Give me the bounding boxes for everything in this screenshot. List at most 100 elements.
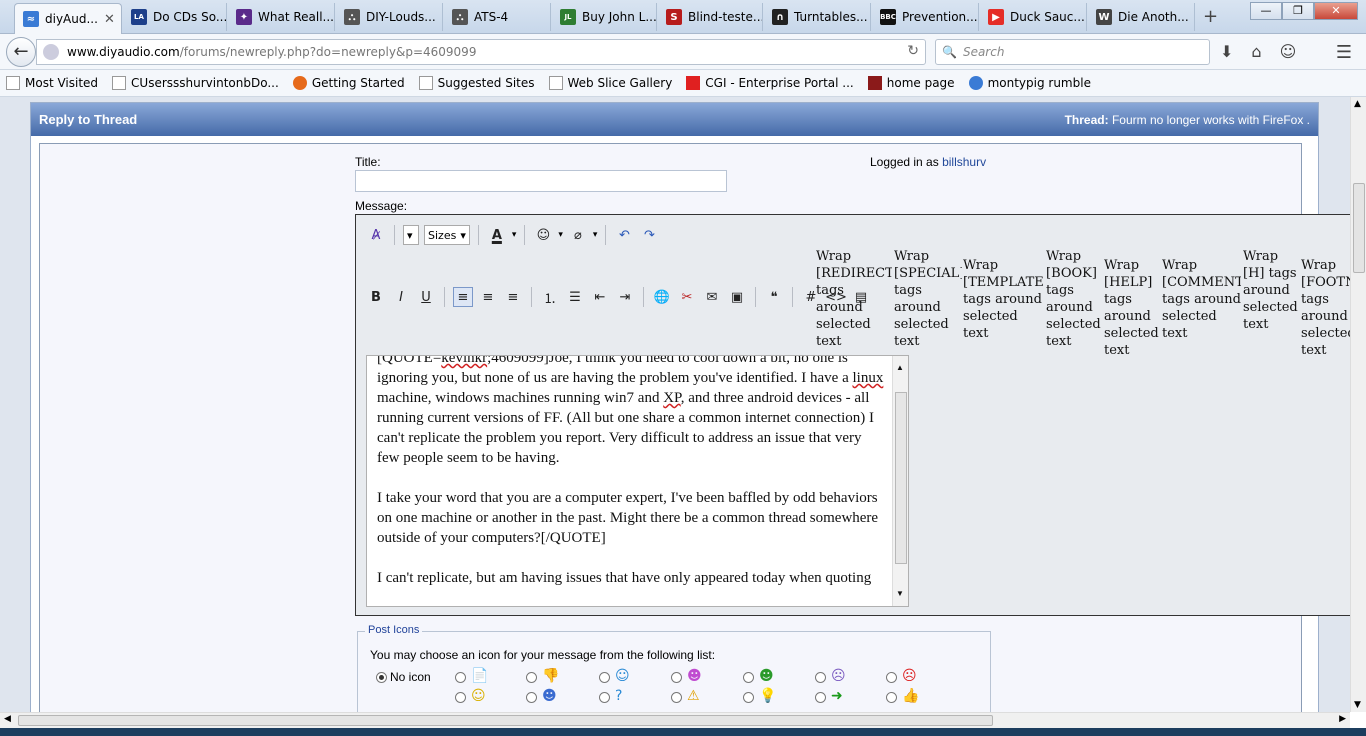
size-select[interactable]: Sizes ▾	[424, 225, 470, 245]
bookmark-item[interactable]: Most Visited	[6, 76, 98, 90]
post-icon-radio[interactable]	[886, 672, 897, 683]
link-icon[interactable]: 🌐	[652, 287, 672, 307]
post-icon-radio[interactable]	[526, 672, 537, 683]
back-button[interactable]: ←	[6, 37, 36, 67]
post-icon-radio[interactable]	[743, 692, 754, 703]
close-window-button[interactable]: ✕	[1314, 2, 1358, 20]
arrow-right-icon[interactable]: ➜	[831, 688, 843, 704]
wrap-tag-button[interactable]: Wrap [COMMENT] tags around selected text	[1162, 257, 1241, 342]
post-icon-radio[interactable]	[815, 672, 826, 683]
email-link-icon[interactable]: ✉	[702, 287, 722, 307]
image-icon[interactable]: ▣	[727, 287, 747, 307]
italic-icon[interactable]: I	[391, 287, 411, 307]
warning-icon[interactable]: ⚠	[687, 688, 700, 704]
cool-icon[interactable]: ☻	[542, 688, 557, 704]
close-tab-icon[interactable]: ✕	[104, 12, 115, 27]
undo-icon[interactable]: ↶	[614, 225, 634, 245]
bold-icon[interactable]: B	[366, 287, 386, 307]
download-icon[interactable]: ⬇	[1220, 42, 1233, 61]
maximize-button[interactable]: ❐	[1282, 2, 1314, 20]
smilies-icon[interactable]: ☺	[533, 225, 553, 245]
quote-icon[interactable]: ❝	[764, 287, 784, 307]
wrap-tag-button[interactable]: Wrap [TEMPLATE] tags around selected tex…	[963, 257, 1044, 342]
post-icon-radio[interactable]	[815, 692, 826, 703]
align-center-icon[interactable]: ≡	[478, 287, 498, 307]
post-icon-radio[interactable]	[455, 692, 466, 703]
align-left-icon[interactable]: ≡	[453, 287, 473, 307]
bookmark-item[interactable]: Suggested Sites	[418, 76, 535, 90]
post-icon-radio[interactable]	[671, 672, 682, 683]
outdent-icon[interactable]: ⇤	[590, 287, 610, 307]
tab-9[interactable]: BBC Prevention...	[872, 3, 979, 31]
indent-icon[interactable]: ⇥	[615, 287, 635, 307]
happy-icon[interactable]: ☺	[471, 688, 486, 704]
font-select[interactable]: ▾	[403, 225, 419, 245]
post-icon-radio[interactable]	[599, 672, 610, 683]
underline-icon[interactable]: U	[416, 287, 436, 307]
username-link[interactable]: billshurv	[942, 155, 986, 169]
bookmark-item[interactable]: CUserssshurvintonbDo...	[112, 76, 279, 90]
tab-4[interactable]: ⛬ DIY-Louds...	[336, 3, 443, 31]
redo-icon[interactable]: ↷	[639, 225, 659, 245]
attachment-icon[interactable]: ⌀	[568, 225, 588, 245]
message-textarea[interactable]: [QUOTE=kevinkr;4609099]Joe, I think you …	[366, 355, 909, 607]
textarea-scrollbar[interactable]: ▲ ▼	[892, 356, 908, 606]
reload-icon[interactable]: ↻	[907, 43, 919, 59]
bookmark-item[interactable]: montypig rumble	[968, 76, 1091, 90]
unordered-list-icon[interactable]: ☰	[565, 287, 585, 307]
tab-3[interactable]: ✦ What Reall...	[228, 3, 335, 31]
frown-icon[interactable]: ☹	[831, 668, 846, 684]
title-input[interactable]	[355, 170, 727, 192]
minimize-button[interactable]: —	[1250, 2, 1282, 20]
post-icon-radio[interactable]	[671, 692, 682, 703]
url-text[interactable]: www.diyaudio.com/forums/newreply.php?do=…	[67, 45, 476, 59]
thumbs-up-icon[interactable]: 👍	[902, 688, 919, 704]
lightbulb-icon[interactable]: 💡	[759, 688, 776, 704]
tab-1[interactable]: ≈ diyAud... ✕	[14, 3, 122, 34]
menu-icon[interactable]: ☰	[1336, 42, 1352, 63]
post-icon-radio[interactable]	[743, 672, 754, 683]
smile-icon[interactable]: ☺	[615, 668, 630, 684]
tab-5[interactable]: ⛬ ATS-4	[444, 3, 551, 31]
thumbs-down-icon[interactable]: 👎	[542, 668, 559, 684]
angry-icon[interactable]: ☹	[902, 668, 917, 684]
wrap-tag-button[interactable]: Wrap [FOOTNOTE] tags around selected tex…	[1301, 257, 1350, 359]
document-icon[interactable]: 📄	[471, 668, 488, 684]
home-icon[interactable]: ⌂	[1251, 42, 1261, 61]
grin-icon[interactable]: ☻	[687, 668, 702, 684]
ordered-list-icon[interactable]: ⒈	[540, 287, 560, 307]
remove-format-icon[interactable]: A̷	[366, 225, 386, 245]
tab-7[interactable]: S Blind-teste...	[658, 3, 763, 31]
wrap-tag-button[interactable]: Wrap [BOOK] tags around selected text	[1046, 248, 1102, 350]
no-icon-radio[interactable]	[376, 672, 387, 683]
page-horizontal-scrollbar[interactable]: ◀ ▶	[0, 712, 1350, 728]
textarea-scroll-thumb[interactable]	[895, 392, 907, 564]
question-icon[interactable]: ?	[615, 688, 622, 704]
post-icon-radio[interactable]	[886, 692, 897, 703]
wrap-tag-button[interactable]: Wrap [H] tags around selected text	[1243, 248, 1299, 333]
bookmark-item[interactable]: CGI - Enterprise Portal ...	[686, 76, 854, 90]
tab-10[interactable]: ▶ Duck Sauc...	[980, 3, 1087, 31]
align-right-icon[interactable]: ≡	[503, 287, 523, 307]
thread-title[interactable]: Fourm no longer works with FireFox .	[1112, 113, 1310, 127]
post-icon-radio[interactable]	[526, 692, 537, 703]
post-icon-radio[interactable]	[599, 692, 610, 703]
search-box[interactable]: 🔍 Search	[935, 39, 1210, 65]
bookmark-item[interactable]: home page	[867, 76, 955, 90]
wrap-tag-button[interactable]: Wrap [HELP] tags around selected text	[1104, 257, 1160, 359]
wrap-tag-button[interactable]: Wrap [SPECIAL] tags around selected text	[894, 248, 962, 350]
tab-6[interactable]: JL Buy John L...	[552, 3, 657, 31]
page-vertical-scrollbar[interactable]: ▲ ▼	[1350, 97, 1366, 712]
page-vertical-scroll-thumb[interactable]	[1353, 183, 1365, 273]
text-color-icon[interactable]: A	[487, 225, 507, 245]
bookmark-item[interactable]: Getting Started	[292, 76, 405, 90]
tab-2[interactable]: LA Do CDs So...	[123, 3, 227, 31]
address-bar[interactable]: www.diyaudio.com/forums/newreply.php?do=…	[36, 39, 926, 65]
unlink-icon[interactable]: ✂	[677, 287, 697, 307]
post-icon-radio[interactable]	[455, 672, 466, 683]
bookmark-item[interactable]: Web Slice Gallery	[548, 76, 672, 90]
tab-11[interactable]: W Die Anoth...	[1088, 3, 1195, 31]
new-tab-button[interactable]: +	[1203, 6, 1218, 27]
wrap-tag-button[interactable]: Wrap [REDIRECT] tags around selected tex…	[816, 248, 892, 350]
chat-icon[interactable]: ☺	[1280, 42, 1297, 61]
